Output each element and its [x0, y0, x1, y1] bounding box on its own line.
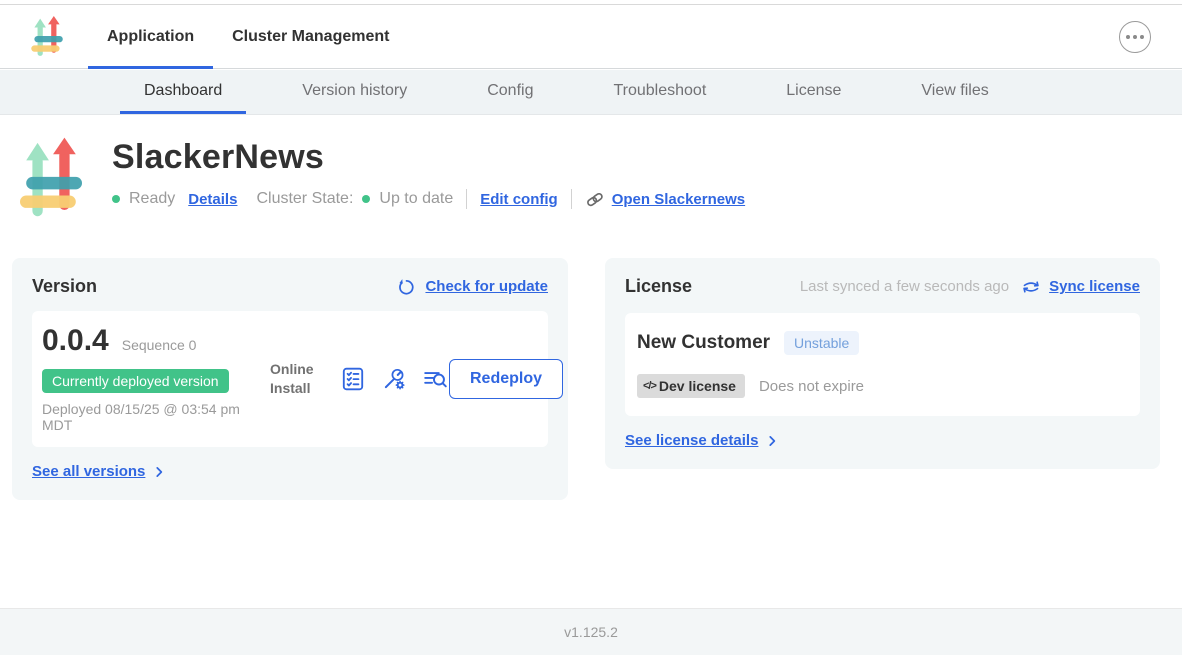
- divider: [571, 189, 572, 209]
- license-card-title: License: [625, 276, 692, 297]
- ellipsis-dot: [1140, 35, 1144, 39]
- license-type-label: Dev license: [659, 378, 736, 394]
- ellipsis-dot: [1126, 35, 1130, 39]
- deploy-logs-icon[interactable]: [422, 366, 449, 392]
- install-type-label: Online Install: [270, 360, 326, 396]
- deployed-badge: Currently deployed version: [42, 369, 229, 393]
- top-tab-cluster-management-label: Cluster Management: [232, 28, 389, 46]
- divider: [466, 189, 467, 209]
- footer: v1.125.2: [0, 608, 1182, 655]
- license-card-header: License Last synced a few seconds ago Sy…: [625, 276, 1140, 297]
- edit-config-link[interactable]: Edit config: [480, 191, 558, 208]
- refresh-icon: [396, 276, 417, 297]
- sub-tab-license[interactable]: License: [762, 70, 865, 114]
- app-status-text: Ready: [129, 190, 175, 208]
- channel-badge: Unstable: [784, 331, 859, 355]
- app-header: SlackerNews Ready Details Cluster State:…: [20, 137, 745, 221]
- app-sub-nav: Dashboard Version history Config Trouble…: [0, 70, 1182, 115]
- app-header-text: SlackerNews Ready Details Cluster State:…: [112, 137, 745, 221]
- license-card: License Last synced a few seconds ago Sy…: [605, 258, 1160, 469]
- see-all-versions-link[interactable]: See all versions: [32, 463, 145, 480]
- sub-tab-version-history[interactable]: Version history: [278, 70, 431, 114]
- top-nav-spacer: [408, 5, 1119, 68]
- see-license-details-link[interactable]: See license details: [625, 432, 758, 449]
- chain-link-icon: [585, 191, 605, 207]
- customer-name: New Customer: [637, 332, 770, 354]
- current-version-panel: 0.0.4 Sequence 0 Currently deployed vers…: [32, 311, 548, 447]
- version-card-title: Version: [32, 276, 97, 297]
- version-action-icons: [340, 366, 449, 392]
- app-status-dot: [112, 195, 120, 203]
- preflight-checks-icon[interactable]: [340, 366, 366, 392]
- top-nav: Application Cluster Management: [0, 5, 1182, 69]
- sync-icon: [1021, 278, 1041, 296]
- redeploy-button[interactable]: Redeploy: [449, 359, 563, 399]
- sub-tab-dashboard[interactable]: Dashboard: [120, 70, 246, 114]
- code-icon: </>: [643, 380, 656, 392]
- deployed-timestamp: Deployed 08/15/25 @ 03:54 pm MDT: [42, 401, 254, 433]
- app-title: SlackerNews: [112, 137, 745, 177]
- version-card-header: Version Check for update: [32, 276, 548, 297]
- chevron-right-icon: [765, 434, 779, 448]
- sub-tab-view-files[interactable]: View files: [897, 70, 1012, 114]
- see-license-details-group[interactable]: See license details: [625, 432, 1140, 449]
- top-tab-application-label: Application: [107, 28, 194, 46]
- sub-tab-troubleshoot[interactable]: Troubleshoot: [589, 70, 730, 114]
- console-version: v1.125.2: [564, 624, 618, 640]
- license-type-badge: </> Dev license: [637, 374, 745, 398]
- top-tab-application[interactable]: Application: [88, 5, 213, 68]
- sub-tab-version-history-label: Version history: [302, 82, 407, 100]
- sub-tab-config[interactable]: Config: [463, 70, 557, 114]
- edit-config-icon[interactable]: [381, 366, 407, 392]
- cluster-state-dot: [362, 195, 370, 203]
- sync-license-link[interactable]: Sync license: [1049, 278, 1140, 295]
- overflow-menu-button[interactable]: [1119, 21, 1151, 53]
- ellipsis-dot: [1133, 35, 1137, 39]
- sub-tab-config-label: Config: [487, 82, 533, 100]
- dashboard-cards: Version Check for update 0.0.4 Sequence …: [12, 258, 1163, 500]
- license-expiry: Does not expire: [759, 378, 864, 395]
- app-status-row: Ready Details Cluster State: Up to date …: [112, 189, 745, 209]
- cluster-state-value: Up to date: [379, 190, 453, 208]
- admin-console-page: Application Cluster Management Dashboard…: [0, 0, 1182, 655]
- version-card: Version Check for update 0.0.4 Sequence …: [12, 258, 568, 500]
- sub-tab-dashboard-label: Dashboard: [144, 82, 222, 100]
- check-for-update-link[interactable]: Check for update: [425, 278, 548, 295]
- app-logo-icon: [20, 137, 82, 221]
- version-number: 0.0.4: [42, 324, 109, 358]
- sub-tab-troubleshoot-label: Troubleshoot: [613, 82, 706, 100]
- cluster-state-label: Cluster State:: [256, 190, 353, 208]
- chevron-right-icon: [152, 465, 166, 479]
- sub-tab-license-label: License: [786, 82, 841, 100]
- license-info-panel: New Customer Unstable </> Dev license Do…: [625, 313, 1140, 416]
- brand-logo-icon: [28, 16, 66, 58]
- status-details-link[interactable]: Details: [188, 191, 237, 208]
- version-info: 0.0.4 Sequence 0 Currently deployed vers…: [42, 324, 270, 433]
- see-all-versions-group[interactable]: See all versions: [32, 463, 548, 480]
- last-synced-text: Last synced a few seconds ago: [800, 278, 1009, 295]
- check-update-group[interactable]: Check for update: [396, 276, 548, 297]
- sub-tab-view-files-label: View files: [921, 82, 988, 100]
- open-app-link[interactable]: Open Slackernews: [612, 191, 745, 208]
- top-tab-cluster-management[interactable]: Cluster Management: [213, 5, 408, 68]
- version-sequence: Sequence 0: [122, 337, 197, 353]
